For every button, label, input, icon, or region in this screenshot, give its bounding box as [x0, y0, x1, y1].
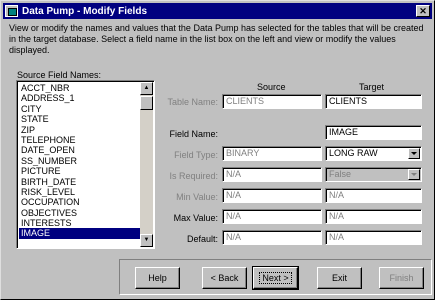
- source-min-value-field: N/A: [222, 188, 322, 203]
- title-bar[interactable]: Data Pump - Modify Fields ✕: [3, 3, 432, 19]
- exit-button[interactable]: Exit: [317, 267, 362, 289]
- list-item[interactable]: IMAGE: [19, 228, 140, 239]
- source-field-type-field: BINARY: [222, 146, 322, 161]
- default-label: Default:: [186, 234, 218, 244]
- list-item[interactable]: ACCT_NBR: [19, 83, 140, 93]
- list-item[interactable]: OCCUPATION: [19, 197, 140, 207]
- dropdown-arrow-icon[interactable]: [408, 148, 420, 159]
- scroll-down-arrow-icon[interactable]: ▼: [140, 234, 153, 247]
- target-min-value-field: N/A: [325, 188, 422, 203]
- table-name-label: Table Name:: [167, 97, 218, 107]
- field-name-label: Field Name:: [169, 129, 218, 139]
- exit-button-label: Exit: [331, 273, 347, 283]
- target-field-name-field[interactable]: IMAGE: [325, 125, 422, 140]
- list-item[interactable]: TELEPHONE: [19, 135, 140, 145]
- list-item[interactable]: RISK_LEVEL: [19, 187, 140, 197]
- list-item[interactable]: OBJECTIVES: [19, 208, 140, 218]
- field-list: ACCT_NBR ADDRESS_1 CITY STATE ZIP TELEPHONE DA…: [19, 83, 140, 239]
- source-column-header: Source: [257, 82, 286, 92]
- help-button-label: Help: [148, 273, 167, 283]
- list-item[interactable]: DATE_OPEN: [19, 145, 140, 155]
- instructions-text: View or modify the names and values that…: [9, 23, 424, 55]
- source-is-required-field: N/A: [222, 167, 322, 182]
- target-is-required-dropdown: False: [325, 167, 422, 182]
- target-field-type-value: LONG RAW: [329, 148, 378, 158]
- list-item[interactable]: BIRTH_DATE: [19, 177, 140, 187]
- list-item[interactable]: CITY: [19, 104, 140, 114]
- next-button[interactable]: Next >: [252, 266, 299, 290]
- list-item[interactable]: SS_NUMBER: [19, 156, 140, 166]
- scrollbar-thumb[interactable]: [140, 96, 153, 110]
- listbox-vertical-scrollbar[interactable]: ▲ ▼: [140, 82, 153, 247]
- target-column-header: Target: [359, 82, 385, 92]
- target-field-type-dropdown[interactable]: LONG RAW: [325, 146, 422, 161]
- next-button-label: Next >: [259, 272, 292, 284]
- list-item[interactable]: ZIP: [19, 125, 140, 135]
- source-table-name-field: CLIENTS: [222, 94, 322, 109]
- back-button-label: < Back: [210, 273, 239, 283]
- window-title: Data Pump - Modify Fields: [22, 5, 148, 17]
- target-is-required-value: False: [329, 169, 352, 179]
- finish-button: Finish: [379, 267, 424, 289]
- data-pump-app-icon: [5, 5, 18, 17]
- dropdown-arrow-icon: [408, 169, 420, 180]
- target-table-name-field[interactable]: CLIENTS: [325, 94, 422, 109]
- max-value-label: Max Value:: [173, 213, 218, 223]
- source-field-names-label: Source Field Names:: [17, 70, 102, 80]
- target-default-field: N/A: [325, 230, 422, 245]
- list-item[interactable]: ADDRESS_1: [19, 93, 140, 103]
- back-button[interactable]: < Back: [202, 267, 247, 289]
- list-item[interactable]: PICTURE: [19, 166, 140, 176]
- list-item[interactable]: STATE: [19, 114, 140, 124]
- list-item[interactable]: INTERESTS: [19, 218, 140, 228]
- min-value-label: Min Value:: [176, 192, 218, 202]
- target-max-value-field: N/A: [325, 209, 422, 224]
- source-default-field: N/A: [222, 230, 322, 245]
- finish-button-label: Finish: [389, 273, 414, 283]
- source-field-names-listbox[interactable]: ACCT_NBR ADDRESS_1 CITY STATE ZIP TELEPHONE DA…: [16, 80, 155, 249]
- is-required-label: Is Required:: [169, 171, 218, 181]
- field-type-label: Field Type:: [174, 150, 218, 160]
- scroll-up-arrow-icon[interactable]: ▲: [140, 82, 153, 95]
- modify-fields-dialog: Data Pump - Modify Fields ✕ View or modi…: [0, 0, 435, 300]
- source-max-value-field: N/A: [222, 209, 322, 224]
- close-button[interactable]: ✕: [416, 5, 430, 17]
- help-button[interactable]: Help: [135, 267, 180, 289]
